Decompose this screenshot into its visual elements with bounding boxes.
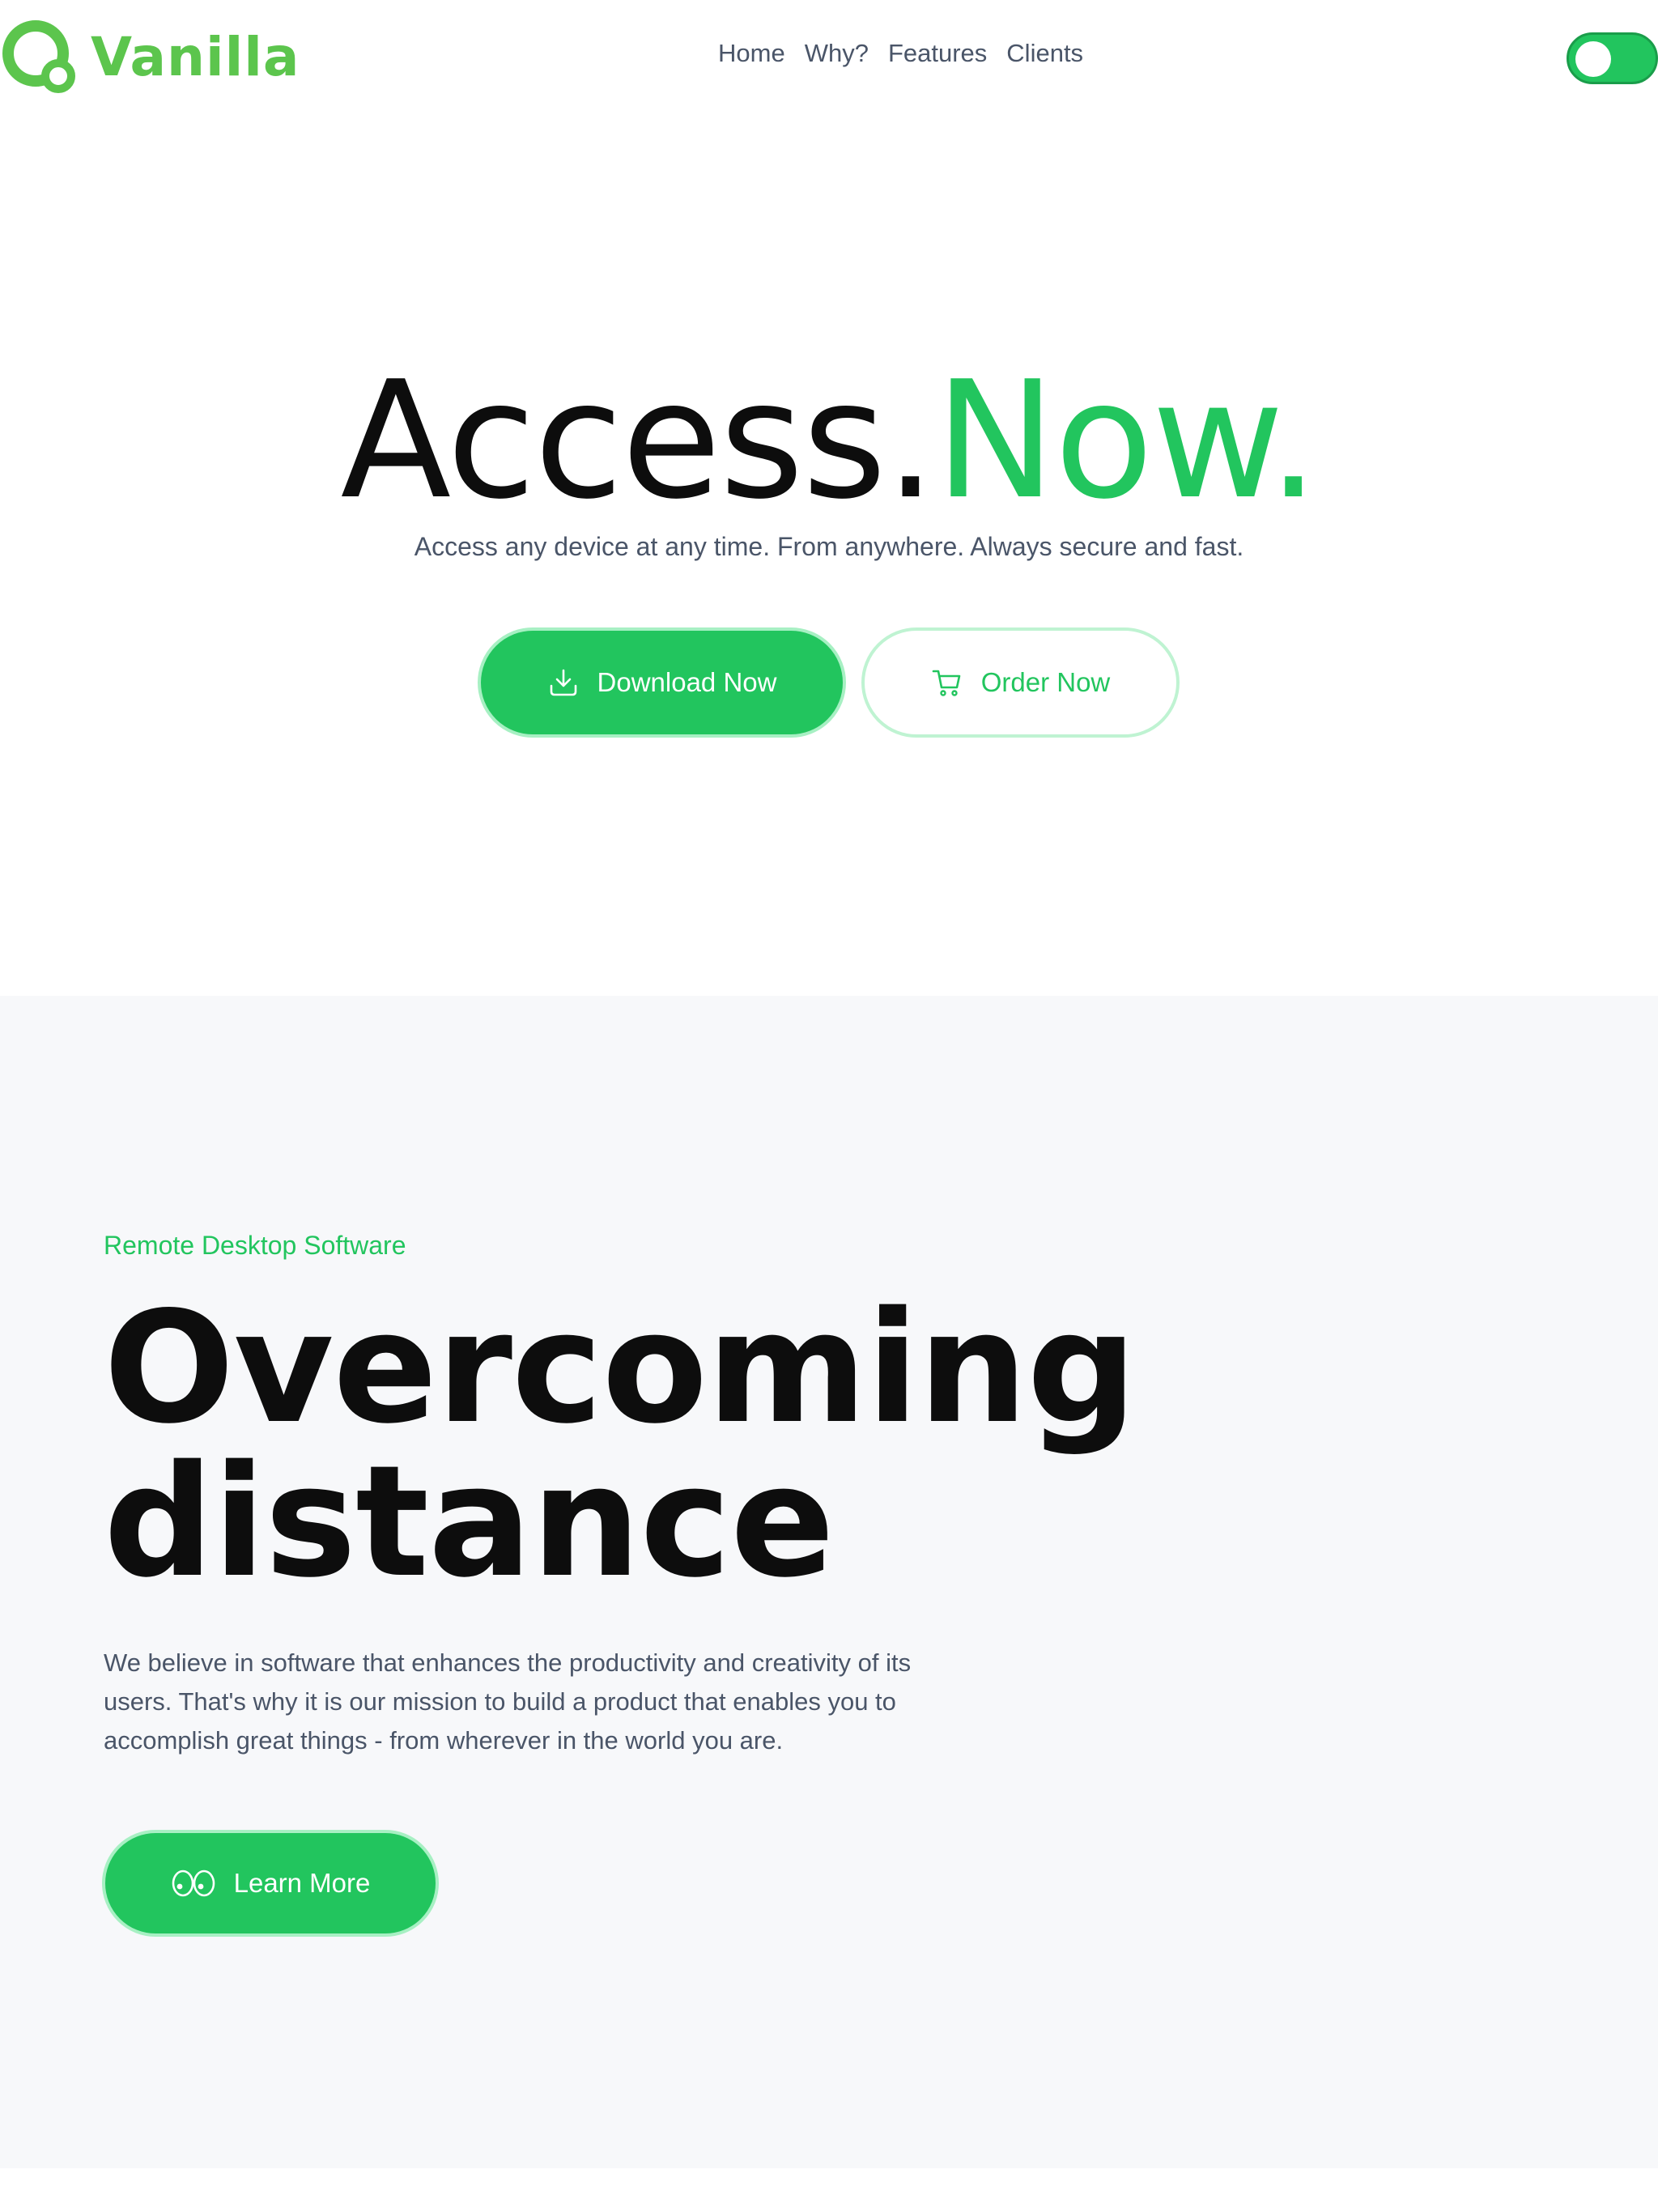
cart-icon xyxy=(931,666,963,699)
site-header: Vanilla Home Why? Features Clients xyxy=(0,0,1658,121)
eyes-icon xyxy=(171,1867,216,1899)
hero-section: Access.Now. Access any device at any tim… xyxy=(0,121,1658,996)
hero-subtitle: Access any device at any time. From anyw… xyxy=(414,532,1244,561)
nav-why[interactable]: Why? xyxy=(805,39,869,68)
hero-title-accent: Now. xyxy=(934,347,1320,535)
order-now-button[interactable]: Order Now xyxy=(861,627,1180,738)
download-icon xyxy=(547,666,580,699)
nav-features[interactable]: Features xyxy=(888,39,987,68)
section-title-line1: Overcoming xyxy=(104,1278,1137,1457)
nav-clients[interactable]: Clients xyxy=(1006,39,1083,68)
learn-more-label: Learn More xyxy=(233,1868,371,1898)
page: Vanilla Home Why? Features Clients Acces… xyxy=(0,0,1658,2212)
section-title: Overcoming distance xyxy=(104,1291,1237,1599)
order-now-label: Order Now xyxy=(980,667,1111,697)
learn-more-button[interactable]: Learn More xyxy=(102,1830,439,1937)
section-title-line2: distance xyxy=(104,1432,835,1611)
download-now-button[interactable]: Download Now xyxy=(478,627,846,738)
next-section-edge xyxy=(0,2168,1658,2212)
section-eyebrow: Remote Desktop Software xyxy=(104,1231,406,1260)
brand-name: Vanilla xyxy=(91,25,300,88)
section-body: We believe in software that enhances the… xyxy=(104,1648,912,1755)
hero-title: Access.Now. xyxy=(0,360,1658,522)
main-nav: Home Why? Features Clients xyxy=(718,39,1083,68)
nav-home[interactable]: Home xyxy=(718,39,785,68)
hero-title-main: Access. xyxy=(340,347,936,535)
download-now-label: Download Now xyxy=(597,667,777,697)
brand-logo[interactable]: Vanilla xyxy=(0,16,300,97)
logo-icon xyxy=(0,16,81,97)
about-section: Remote Desktop Software Overcoming dista… xyxy=(0,996,1658,2168)
theme-toggle[interactable] xyxy=(1567,32,1658,84)
toggle-knob xyxy=(1575,41,1611,77)
